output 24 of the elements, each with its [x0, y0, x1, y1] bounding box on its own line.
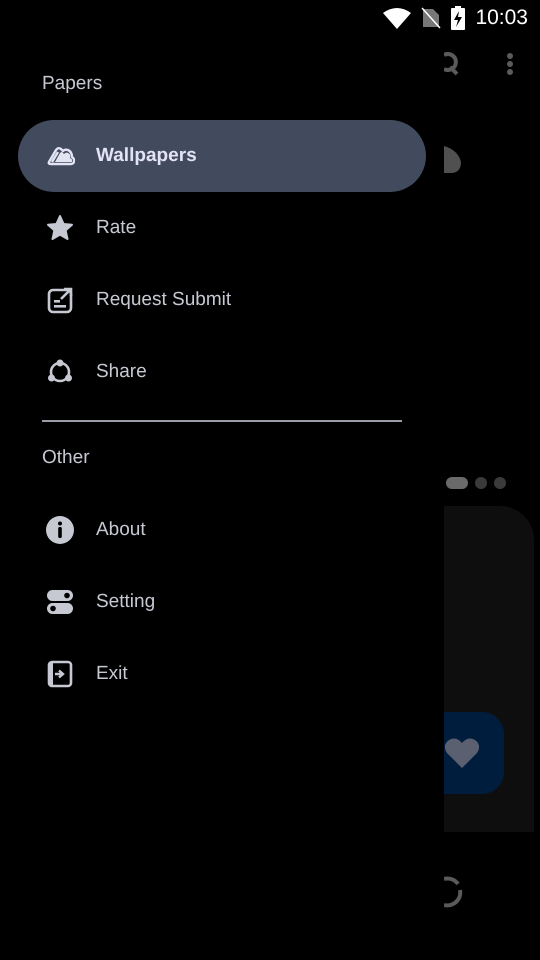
edit-icon — [45, 285, 75, 315]
heart-icon — [444, 738, 480, 768]
wallpaper-card[interactable] — [444, 506, 534, 832]
menu-item[interactable]: Share — [18, 336, 426, 408]
exit-icon — [45, 659, 75, 689]
battery-charging-icon — [451, 6, 466, 30]
no-sim-icon — [421, 7, 442, 29]
more-options-icon[interactable] — [506, 52, 514, 76]
drop-icon — [444, 144, 462, 174]
toggles-icon — [45, 587, 75, 617]
menu-item[interactable]: Rate — [18, 192, 426, 264]
section-heading: Papers — [41, 72, 104, 96]
clock: 10:03 — [475, 6, 528, 30]
menu-item[interactable]: Wallpapers — [18, 120, 426, 192]
info-icon — [45, 515, 75, 545]
menu-item[interactable]: Setting — [18, 566, 426, 638]
menu-item[interactable]: About — [18, 494, 426, 566]
wifi-icon — [383, 7, 412, 29]
star-icon — [45, 213, 75, 243]
section-heading: Other — [41, 446, 91, 470]
menu-item[interactable]: Request Submit — [18, 264, 426, 336]
loading-spinner-icon — [444, 876, 464, 908]
favorite-button[interactable] — [444, 712, 504, 794]
menu-item[interactable]: Exit — [18, 638, 426, 710]
